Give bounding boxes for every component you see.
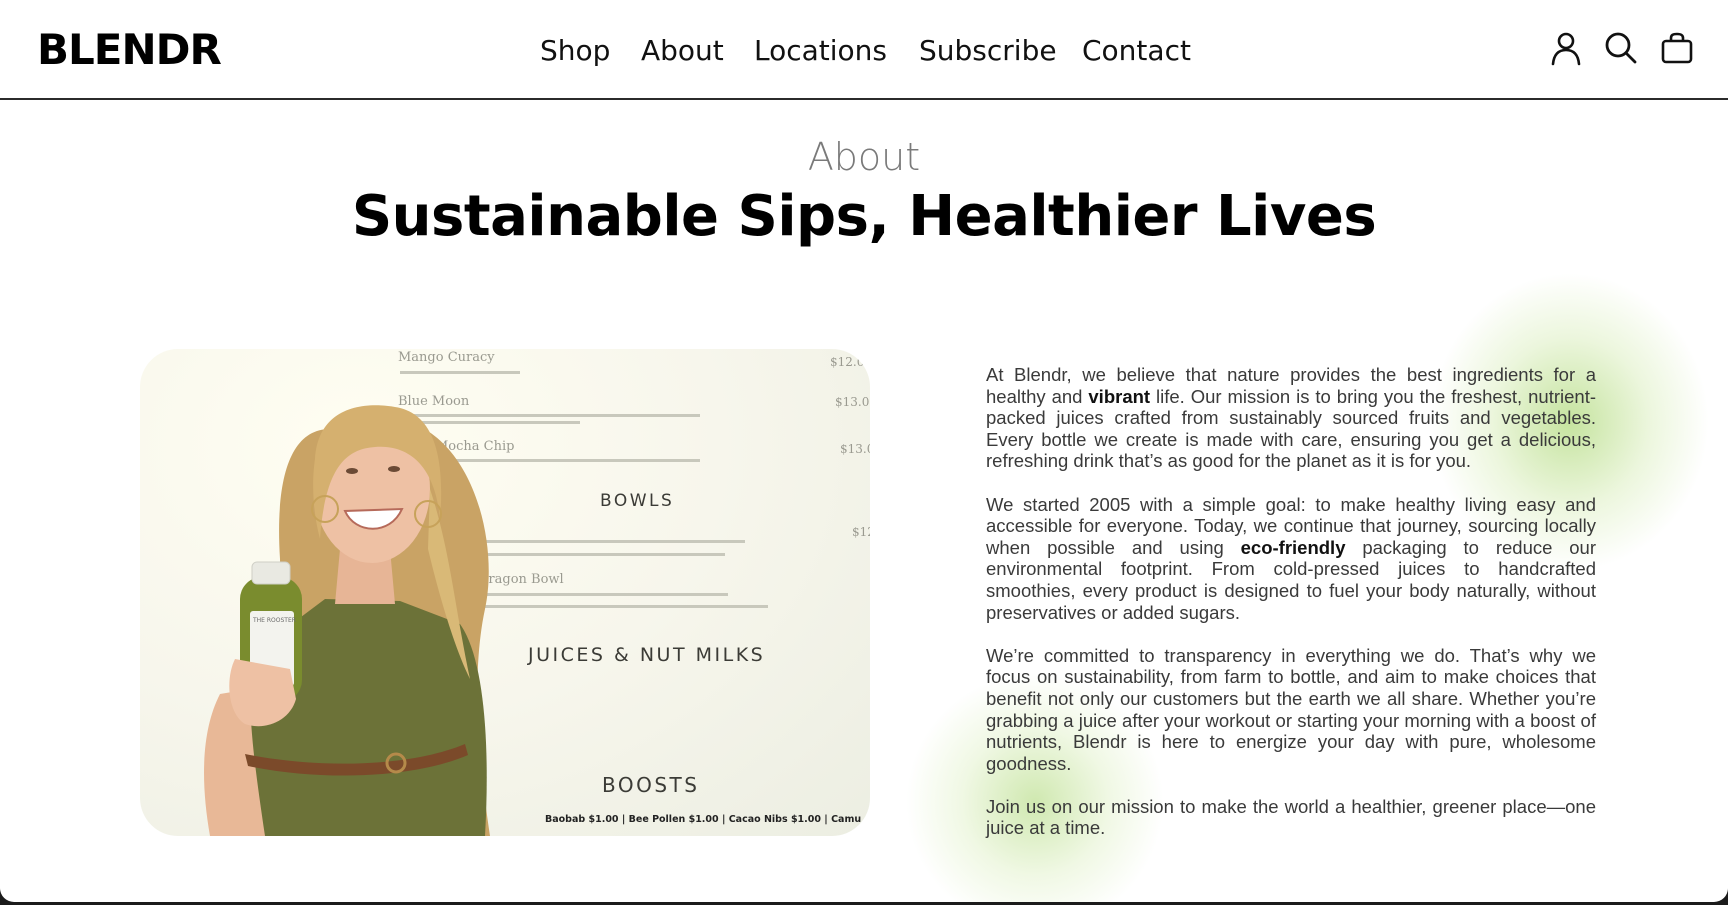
about-section: About Sustainable Sips, Healthier Lives … [0, 102, 1728, 902]
menu-price: $12 [852, 525, 870, 539]
site-header: BLENDR Shop About Locations Subscribe Co… [0, 0, 1728, 100]
nav-item-about[interactable]: About [641, 32, 724, 70]
about-paragraph-1: At Blendr, we believe that nature provid… [986, 364, 1596, 472]
section-eyebrow: About [807, 135, 921, 179]
menu-item-text: Dragon Bowl [478, 572, 564, 587]
about-paragraph-4: Join us on our mission to make the world… [986, 795, 1596, 839]
bottle-label: THE ROOSTER [252, 617, 296, 624]
search-icon[interactable] [1603, 30, 1639, 66]
nav-item-locations[interactable]: Locations [754, 32, 887, 70]
about-photo: Mango Curacy Blue Moon Mocha Chip Dragon… [140, 349, 870, 836]
menu-heading: BOOSTS [602, 773, 699, 797]
menu-price: $13.00 [840, 442, 870, 456]
page-title: Sustainable Sips, Healthier Lives [351, 184, 1377, 249]
menu-heading: BOWLS [600, 491, 674, 511]
nav-item-contact[interactable]: Contact [1082, 32, 1191, 70]
menu-item-text: Blue Moon [398, 394, 470, 409]
brand-logo[interactable]: BLENDR [37, 26, 222, 74]
menu-item-text: Mango Curacy [398, 350, 495, 365]
menu-heading: JUICES & NUT MILKS [527, 644, 765, 666]
nav-item-subscribe[interactable]: Subscribe [919, 32, 1057, 70]
about-paragraph-2: We started 2005 with a simple goal: to m… [986, 493, 1596, 623]
menu-price: $13.00 [835, 395, 870, 409]
about-paragraph-3: We’re committed to transparency in every… [986, 644, 1596, 774]
nav-item-shop[interactable]: Shop [540, 32, 610, 70]
cart-icon[interactable] [1659, 30, 1695, 66]
boosts-line: Baobab $1.00 | Bee Pollen $1.00 | Cacao … [545, 814, 870, 825]
account-icon[interactable] [1548, 30, 1584, 66]
menu-price: $12.00 [830, 355, 870, 369]
about-copy: At Blendr, we believe that nature provid… [986, 364, 1596, 861]
